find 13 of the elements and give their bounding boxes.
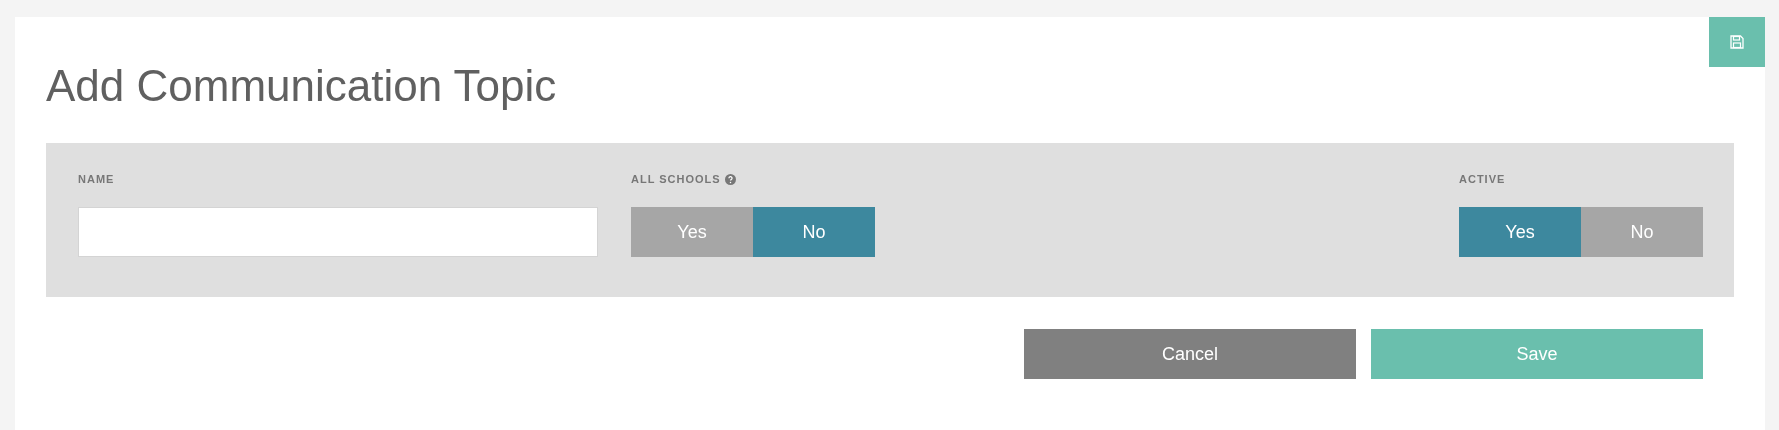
help-icon[interactable] (724, 173, 736, 185)
cancel-button[interactable]: Cancel (1024, 329, 1356, 379)
save-button[interactable]: Save (1371, 329, 1703, 379)
toggle-option[interactable]: Yes (631, 207, 753, 257)
toggle-option[interactable]: Yes (1459, 207, 1581, 257)
field-label: ALL SCHOOLS (631, 171, 721, 187)
save-icon-button[interactable] (1709, 17, 1765, 67)
field-label: ACTIVE (1459, 171, 1506, 187)
toggle-option[interactable]: No (753, 207, 875, 257)
name-input-field[interactable] (78, 207, 598, 257)
page-title: Add Communication Topic (46, 61, 558, 111)
field-label: NAME (78, 171, 115, 187)
toggle-option[interactable]: No (1581, 207, 1703, 257)
